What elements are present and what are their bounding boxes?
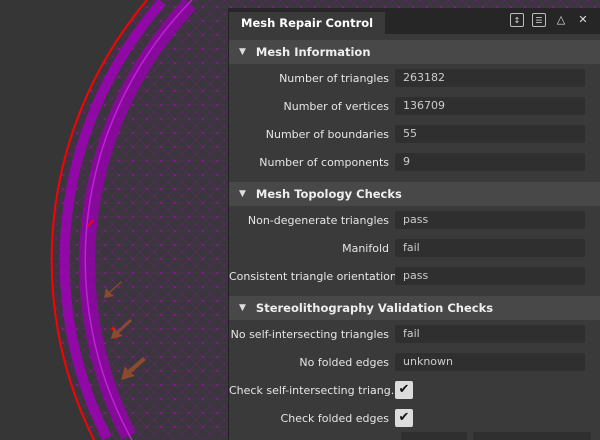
field-label: Number of boundaries (265, 127, 389, 141)
row-check-self-intersecting: Check self-intersecting triang... ✔ (229, 376, 600, 404)
field-label: Number of components (259, 155, 389, 169)
field-value: 136709 (395, 97, 585, 115)
field-value: pass (395, 267, 585, 285)
close-icon[interactable]: ✕ (576, 13, 590, 27)
row-number-of-components: Number of components 9 (229, 148, 600, 176)
expand-triangle-icon: ▼ (239, 189, 246, 199)
checkbox-label: Check folded edges (280, 411, 389, 425)
row-check-folded-edges: Check folded edges ✔ (229, 404, 600, 432)
field-label: No self-intersecting triangles (230, 327, 389, 341)
mesh-repair-panel: Mesh Repair Control ↕ ☰ △ ✕ ▼ Mesh Inform… (228, 8, 600, 440)
check-self-intersecting-checkbox[interactable]: ✔ (395, 381, 413, 399)
bottom-button[interactable] (401, 432, 467, 440)
field-value: fail (395, 325, 585, 343)
row-non-degenerate-triangles: Non-degenerate triangles pass (229, 206, 600, 234)
resize-icon[interactable]: ↕ (510, 13, 524, 27)
field-label: Manifold (342, 241, 389, 255)
field-value: fail (395, 239, 585, 257)
row-number-of-triangles: Number of triangles 263182 (229, 64, 600, 92)
row-number-of-vertices: Number of vertices 136709 (229, 92, 600, 120)
check-folded-edges-checkbox[interactable]: ✔ (395, 409, 413, 427)
field-value: 263182 (395, 69, 585, 87)
menu-icon[interactable]: ☰ (532, 13, 546, 27)
panel-titlebar: Mesh Repair Control ↕ ☰ △ ✕ (229, 8, 600, 34)
expand-triangle-icon: ▼ (239, 47, 246, 57)
section-mesh-information[interactable]: ▼ Mesh Information (229, 40, 600, 64)
expand-triangle-icon: ▼ (239, 303, 246, 313)
collapse-icon[interactable]: △ (554, 13, 568, 27)
row-no-folded-edges: No folded edges unknown (229, 348, 600, 376)
tab-mesh-repair-control[interactable]: Mesh Repair Control (229, 12, 386, 34)
row-no-self-intersecting: No self-intersecting triangles fail (229, 320, 600, 348)
field-value: 9 (395, 153, 585, 171)
row-manifold: Manifold fail (229, 234, 600, 262)
field-value: pass (395, 211, 585, 229)
field-label: Consistent triangle orientation (229, 269, 395, 283)
bottom-button[interactable] (473, 432, 591, 440)
field-value: unknown (395, 353, 585, 371)
section-title: Mesh Information (255, 45, 371, 59)
field-label: Number of triangles (279, 71, 389, 85)
row-consistent-orientation: Consistent triangle orientation pass (229, 262, 600, 290)
row-number-of-boundaries: Number of boundaries 55 (229, 120, 600, 148)
checkbox-label: Check self-intersecting triang... (229, 383, 395, 397)
section-title: Mesh Topology Checks (255, 187, 402, 201)
section-mesh-topology-checks[interactable]: ▼ Mesh Topology Checks (229, 182, 600, 206)
section-title: Stereolithography Validation Checks (255, 301, 494, 315)
field-label: Number of vertices (283, 99, 390, 113)
field-label: Non-degenerate triangles (247, 213, 389, 227)
field-label: No folded edges (299, 355, 389, 369)
section-stereolithography-checks[interactable]: ▼ Stereolithography Validation Checks (229, 296, 600, 320)
field-value: 55 (395, 125, 585, 143)
